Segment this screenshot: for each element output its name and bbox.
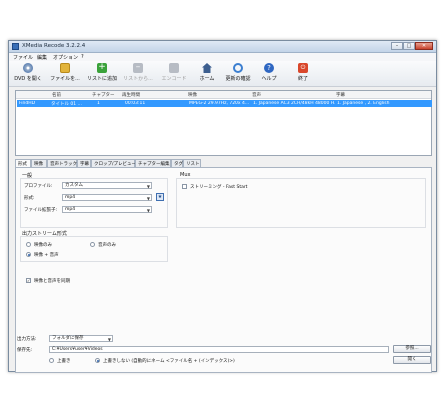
chevron-down-icon: ▼: [146, 196, 150, 201]
sync-label: 映像と音声を同期: [34, 279, 70, 284]
exit-button[interactable]: ⏻ 終了: [291, 63, 315, 85]
home-button[interactable]: ホーム: [193, 63, 221, 85]
overwrite-label: 上書き: [57, 359, 71, 364]
menu-help[interactable]: ?: [81, 54, 84, 60]
cell-subtitle: 1. Japanese , 2. English: [337, 101, 390, 106]
column-name[interactable]: 名前: [52, 92, 61, 98]
help-button[interactable]: ? ヘルプ: [255, 63, 283, 85]
encode-button[interactable]: エンコード: [157, 63, 191, 85]
sync-checkbox[interactable]: ✓: [26, 278, 31, 283]
column-video[interactable]: 映像: [188, 92, 197, 98]
tab-video[interactable]: 映像: [31, 159, 47, 167]
fast-start-checkbox[interactable]: [182, 184, 187, 189]
column-duration[interactable]: 再生時間: [122, 92, 140, 98]
chevron-down-icon: ▼: [146, 184, 150, 189]
minus-icon: –: [133, 63, 143, 73]
audio-only-label: 音声のみ: [98, 243, 116, 248]
add-to-list-button[interactable]: + リストに追加: [85, 63, 119, 85]
output-method-select[interactable]: フォルダに保存 ▼: [49, 335, 113, 342]
chevron-down-icon: ▼: [146, 208, 150, 213]
menu-options[interactable]: オプション: [53, 54, 78, 61]
save-to-label: 保存先:: [17, 348, 33, 353]
column-chapter[interactable]: チャプター: [92, 92, 114, 98]
extension-label: ファイル拡張子:: [24, 208, 58, 213]
cell-name: タイトル 01 ...: [51, 102, 82, 107]
toolbar: DVD を開く ファイルを... + リストに追加 – リストから... エンコ…: [9, 61, 436, 87]
tab-audio-track[interactable]: 音声トラック 1: [47, 159, 81, 167]
cell-duration: 00:03:11: [125, 101, 146, 106]
open-dvd-button[interactable]: DVD を開く: [11, 63, 45, 85]
output-section: 出力方法: フォルダに保存 ▼ 保存先: C:¥Users¥user¥Videos…: [9, 333, 436, 373]
plus-icon: +: [97, 62, 107, 73]
maximize-button[interactable]: □: [403, 42, 415, 50]
refresh-icon: [233, 63, 243, 73]
profile-label: プロファイル:: [24, 184, 53, 189]
app-window: XMedia Recode 3.2.2.4 – □ ✕ ファイル 編集 オプショ…: [8, 40, 437, 373]
save-path-field[interactable]: C:¥Users¥user¥Videos: [49, 346, 389, 353]
no-overwrite-radio[interactable]: [95, 358, 100, 363]
chevron-down-icon: ▼: [107, 337, 111, 342]
dvd-icon: [23, 63, 33, 73]
profile-select[interactable]: カスタム ▼: [62, 182, 152, 189]
folder-icon: [60, 63, 70, 73]
tab-crop-preview[interactable]: クロップ/プレビュー: [91, 159, 136, 167]
close-button[interactable]: ✕: [415, 42, 433, 50]
window-title: XMedia Recode 3.2.2.4: [22, 43, 86, 49]
no-overwrite-label: 上書きしない (自動的にネーム <ファイル名 + (インデックス)>): [103, 359, 235, 364]
cell-chapter: 1: [97, 101, 100, 106]
extension-select[interactable]: mp4 ▼: [62, 206, 152, 213]
overwrite-radio[interactable]: [49, 358, 54, 363]
title-bar[interactable]: XMedia Recode 3.2.2.4 – □ ✕: [9, 41, 436, 53]
cell-audio: 1. Japanese AC3 2CH/48kH 48000 H...: [253, 101, 335, 106]
help-icon: ?: [264, 63, 274, 73]
list-row[interactable]: FindHD タイトル 01 ... 1 00:03:11 MPEG-2 29.…: [17, 100, 432, 107]
app-icon: [12, 43, 19, 50]
browse-button[interactable]: 参照...: [393, 345, 431, 353]
menu-bar: ファイル 編集 オプション ?: [9, 53, 436, 61]
encode-icon: [169, 63, 179, 73]
fast-start-label: ストリーミング - Fast Start: [190, 185, 248, 190]
tab-subtitle[interactable]: 字幕: [77, 159, 91, 167]
cell-source: FindHD: [19, 101, 36, 106]
output-method-label: 出力方法:: [17, 337, 37, 342]
open-button[interactable]: 開く: [393, 356, 431, 364]
file-list[interactable]: 名前 チャプター 再生時間 映像 音声 字幕 FindHD タイトル 01 ..…: [15, 90, 432, 156]
exit-icon: ⏻: [298, 63, 308, 73]
video-only-radio[interactable]: [26, 242, 31, 247]
video-audio-radio[interactable]: [26, 252, 31, 257]
tab-list[interactable]: リスト: [183, 159, 201, 167]
check-update-button[interactable]: 更新の確認: [223, 63, 253, 85]
home-icon: [202, 63, 212, 73]
tab-chapter-edit[interactable]: チャプター編集: [135, 159, 171, 167]
video-only-label: 映像のみ: [34, 243, 52, 248]
column-subtitle[interactable]: 字幕: [336, 92, 345, 98]
video-audio-label: 映像 + 音声: [34, 253, 59, 258]
open-file-button[interactable]: ファイルを...: [47, 63, 83, 85]
menu-file[interactable]: ファイル: [13, 54, 33, 61]
format-select[interactable]: mp4 ▼: [62, 194, 152, 201]
minimize-button[interactable]: –: [391, 42, 403, 50]
remove-from-list-button[interactable]: – リストから...: [121, 63, 155, 85]
list-header: 名前 チャプター 再生時間 映像 音声 字幕: [16, 91, 431, 99]
cell-video: MPEG-2 29.97Hz, 720x 4...: [189, 101, 250, 106]
column-audio[interactable]: 音声: [252, 92, 261, 98]
format-label: 形式:: [24, 196, 35, 201]
menu-edit[interactable]: 編集: [37, 54, 47, 61]
star-icon[interactable]: ★: [156, 193, 164, 201]
tab-tag[interactable]: タグ: [171, 159, 183, 167]
audio-only-radio[interactable]: [90, 242, 95, 247]
stream-group: [20, 236, 168, 262]
